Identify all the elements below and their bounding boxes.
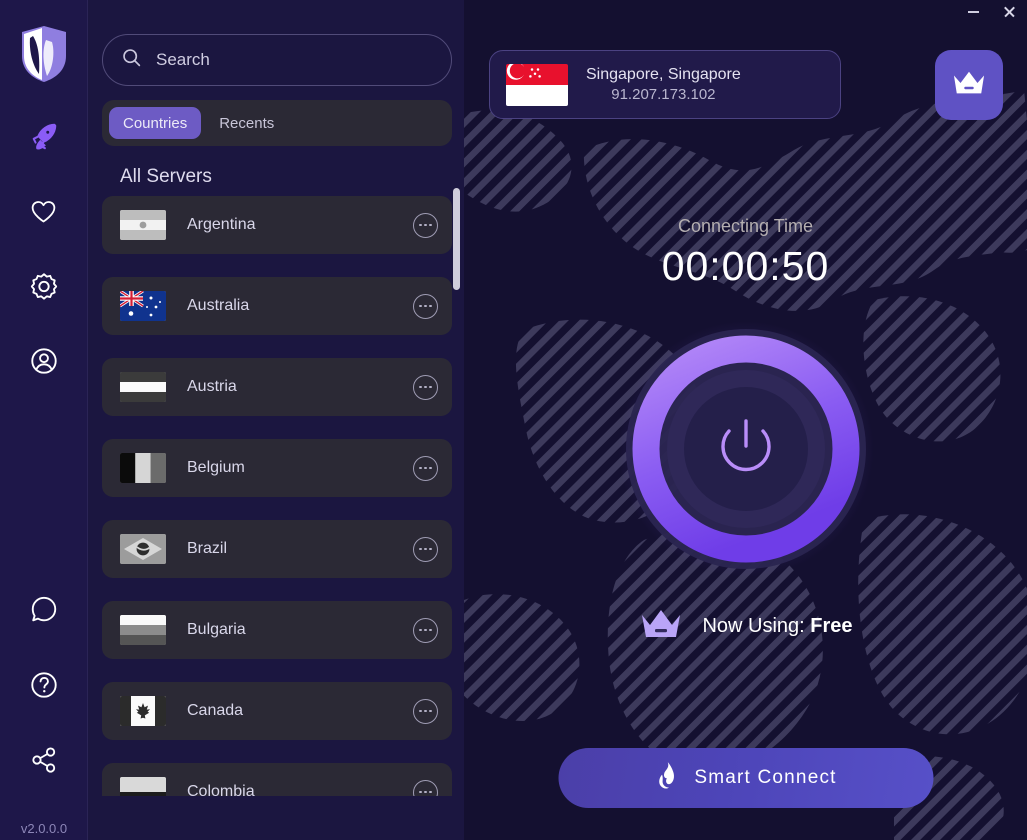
server-location: Singapore, Singapore — [586, 66, 741, 83]
flag-argentina-icon — [120, 210, 166, 240]
sidebar-rail: v2.0.0.0 — [0, 0, 88, 840]
list-item[interactable]: Colombia — [102, 763, 452, 796]
connecting-time-value: 00:00:50 — [661, 243, 830, 289]
list-item[interactable]: Argentina — [102, 196, 452, 254]
sidebar-item-settings[interactable] — [22, 264, 66, 308]
sidebar-item-share[interactable] — [22, 738, 66, 782]
connecting-time-label: Connecting Time — [677, 216, 814, 236]
minimize-button[interactable] — [955, 0, 991, 24]
ellipsis-icon[interactable] — [413, 212, 438, 238]
search-icon — [121, 47, 142, 73]
smart-connect-button[interactable]: Smart Connect — [558, 748, 933, 808]
country-name: Brazil — [187, 540, 228, 557]
close-button[interactable] — [991, 0, 1027, 24]
country-rows: Argentina Australia Austria Belgium Braz… — [102, 196, 452, 796]
plan-text: Now Using: Free — [702, 615, 852, 638]
current-plan: Now Using: Free — [464, 606, 1027, 647]
ellipsis-icon[interactable] — [413, 536, 438, 562]
section-title-all-servers: All Servers — [120, 166, 212, 187]
list-item[interactable]: Brazil — [102, 520, 452, 578]
connection-panel: Singapore, Singapore 91.207.173.102 Conn… — [464, 0, 1027, 840]
crown-icon — [638, 606, 684, 647]
current-server-card[interactable]: Singapore, Singapore 91.207.173.102 — [489, 50, 841, 119]
country-name: Bulgaria — [187, 621, 246, 638]
app-version: v2.0.0.0 — [20, 821, 68, 836]
list-item[interactable]: Austria — [102, 358, 452, 416]
close-icon — [1003, 6, 1015, 18]
ellipsis-icon[interactable] — [413, 455, 438, 481]
ellipsis-icon[interactable] — [413, 779, 438, 796]
sidebar-item-chat[interactable] — [22, 588, 66, 632]
power-toggle-button[interactable] — [617, 320, 875, 578]
country-name: Australia — [187, 297, 250, 314]
flag-singapore-icon — [506, 63, 568, 106]
list-item[interactable]: Bulgaria — [102, 601, 452, 659]
minimize-icon — [967, 11, 979, 13]
list-item[interactable]: Belgium — [102, 439, 452, 497]
list-item[interactable]: Australia — [102, 277, 452, 335]
flag-belgium-icon — [120, 453, 166, 483]
sidebar-item-account[interactable] — [22, 339, 66, 383]
country-name: Argentina — [187, 216, 256, 233]
sidebar-item-rocket[interactable] — [22, 114, 66, 158]
crown-icon — [950, 67, 988, 104]
search-bar[interactable] — [102, 34, 452, 86]
scrollbar-thumb[interactable] — [453, 188, 460, 290]
tab-countries[interactable]: Countries — [109, 107, 202, 139]
plan-value: Free — [810, 615, 853, 637]
shield-logo-icon — [16, 22, 72, 84]
premium-upgrade-button[interactable] — [935, 50, 1003, 120]
sidebar-item-favorites[interactable] — [22, 189, 66, 233]
ellipsis-icon[interactable] — [413, 374, 438, 400]
list-item[interactable]: Canada — [102, 682, 452, 740]
sidebar-item-help[interactable] — [22, 663, 66, 707]
country-name: Colombia — [187, 783, 255, 796]
search-input[interactable] — [156, 50, 433, 70]
plan-label: Now Using: — [702, 615, 805, 637]
flag-australia-icon — [120, 291, 166, 321]
server-list-pane: Countries Recents All Servers Argentina — [88, 0, 464, 840]
flag-austria-icon — [120, 372, 166, 402]
tab-recents[interactable]: Recents — [205, 107, 288, 139]
list-tabs: Countries Recents — [102, 100, 452, 146]
server-info: Singapore, Singapore 91.207.173.102 — [586, 66, 741, 103]
server-ip-address: 91.207.173.102 — [611, 86, 716, 103]
list-scrollbar[interactable] — [453, 188, 460, 778]
flag-brazil-icon — [120, 534, 166, 564]
ellipsis-icon[interactable] — [413, 293, 438, 319]
country-name: Canada — [187, 702, 244, 719]
title-bar — [0, 0, 1027, 28]
sidebar-top-nav — [22, 114, 66, 383]
flame-icon — [654, 761, 678, 796]
country-name: Austria — [187, 378, 237, 395]
flag-colombia-icon — [120, 777, 166, 796]
flag-canada-icon — [120, 696, 166, 726]
vpn-app-window: v2.0.0.0 Countries Recents All Servers — [0, 0, 1027, 840]
smart-connect-label: Smart Connect — [694, 767, 837, 788]
ellipsis-icon[interactable] — [413, 698, 438, 724]
flag-bulgaria-icon — [120, 615, 166, 645]
ellipsis-icon[interactable] — [413, 617, 438, 643]
country-name: Belgium — [187, 459, 245, 476]
sidebar-bottom-nav — [22, 588, 66, 782]
